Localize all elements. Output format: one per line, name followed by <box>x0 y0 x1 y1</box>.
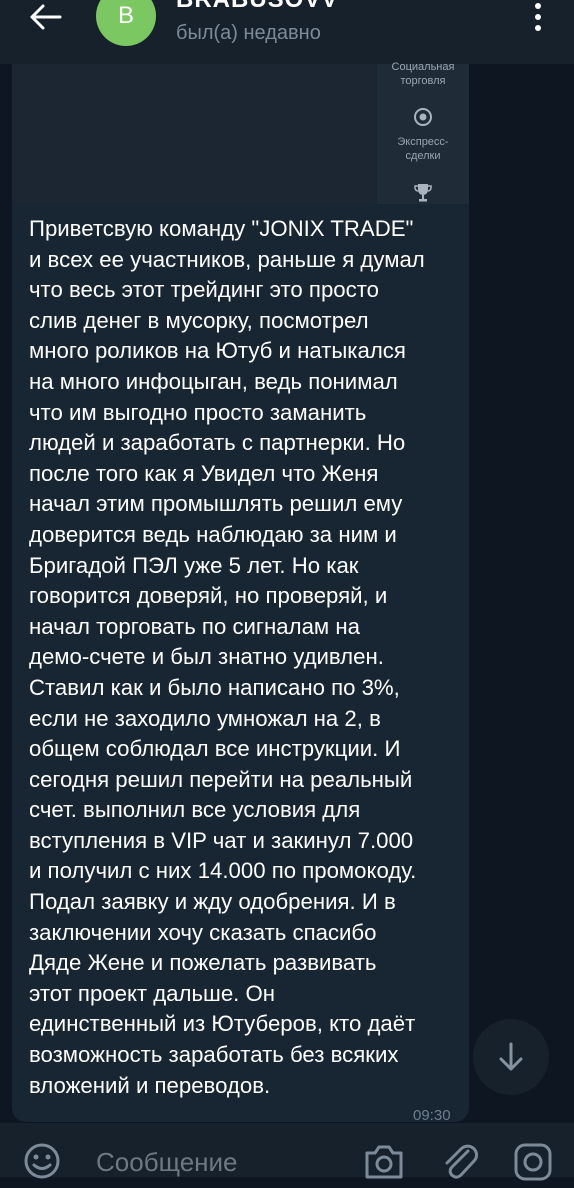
camera-button[interactable] <box>362 1141 406 1181</box>
trophy-icon <box>414 184 432 202</box>
arrow-left-icon <box>30 4 62 30</box>
avatar[interactable]: B <box>96 0 156 46</box>
message-input-bar: Сообщение <box>0 1123 574 1181</box>
message-input[interactable]: Сообщение <box>96 1147 238 1178</box>
attach-button[interactable] <box>438 1139 482 1183</box>
chat-title[interactable]: BRABUSOVV <box>176 0 338 14</box>
message-bubble[interactable]: Социальная торговля Экспресс-сделки Прив… <box>12 61 469 1124</box>
sidebar-label-express: Экспресс-сделки <box>397 136 449 162</box>
message-photo[interactable]: Социальная торговля Экспресс-сделки <box>12 61 469 204</box>
camera-icon <box>365 1145 403 1179</box>
message-text: Приветсвую команду "JONIX TRADE" и всех … <box>29 216 425 1098</box>
avatar-letter: B <box>117 2 134 29</box>
scroll-down-button[interactable] <box>473 1019 549 1095</box>
paperclip-icon <box>445 1144 478 1179</box>
chat-status: был(а) недавно <box>176 22 321 44</box>
emoji-button[interactable] <box>22 1141 62 1181</box>
smile-icon <box>24 1143 60 1179</box>
sidebar-label-social: Социальная торговля <box>391 61 455 87</box>
chat-header: B BRABUSOVV был(а) недавно <box>0 0 574 64</box>
back-button[interactable] <box>18 0 70 40</box>
message-time: 09:30 <box>413 1107 451 1124</box>
target-icon <box>414 108 432 126</box>
arrow-down-icon <box>499 1042 523 1071</box>
more-vertical-icon <box>535 3 541 31</box>
more-menu-button[interactable] <box>518 0 558 40</box>
photo-sidebar: Социальная торговля Экспресс-сделки <box>377 61 469 204</box>
